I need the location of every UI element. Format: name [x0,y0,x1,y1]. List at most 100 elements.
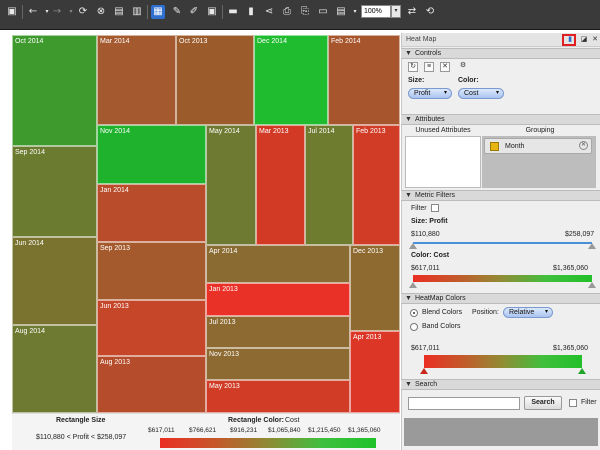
popout-icon[interactable]: ◪ [580,36,588,44]
search-button[interactable]: Search [524,396,562,410]
size-slider-track[interactable] [413,242,592,244]
color-dropdown[interactable]: Cost ▾ [458,88,504,99]
heatmap-tile[interactable]: Sep 2014 [12,146,97,237]
heatmap-tile[interactable]: Aug 2014 [12,325,97,413]
heatmap-view-icon[interactable]: ▦ [151,5,165,19]
zoom-input[interactable]: 100% [361,5,391,18]
filter-label: Filter [411,205,427,212]
legend-tick: $617,011 [148,427,175,434]
zoom-dropdown-icon[interactable]: ▾ [391,5,401,18]
settings-icon[interactable]: ⚙ [458,62,468,72]
attributes-section-header[interactable]: ▼ Attributes [401,114,600,125]
refresh-icon[interactable]: ↻ [408,62,418,72]
heatmap-tile[interactable]: Mar 2013 [256,125,305,245]
heatmap-tile[interactable]: Jul 2013 [206,316,350,348]
remove-icon[interactable]: ✕ [579,141,588,150]
size-slider-min-handle[interactable] [409,243,417,249]
unused-attributes-list[interactable] [405,136,481,188]
list-icon[interactable]: ≡ [424,62,434,72]
collapse-icon: ▼ [405,50,412,57]
section-title: Attributes [415,116,445,123]
save-as-icon[interactable]: ▥ [130,5,144,19]
swap-icon[interactable]: ⇄ [405,5,419,19]
share-icon[interactable]: ⋖ [262,5,276,19]
app-menu-icon[interactable]: ▣ [5,5,19,19]
heatmap-tile[interactable]: Nov 2014 [97,125,206,184]
heatmap-color-gradient [424,355,582,368]
heatmap-tile[interactable]: May 2014 [206,125,256,245]
search-filter-label: Filter [581,399,597,406]
controls-section-header[interactable]: ▼ Controls [401,48,600,59]
blend-colors-label: Blend Colors [422,309,463,316]
heatmap-colors-section-header[interactable]: ▼ HeatMap Colors [401,293,600,304]
heatmap-tile[interactable]: Mar 2014 [97,35,176,125]
filter-checkbox[interactable] [431,204,439,212]
section-title: Search [415,381,438,388]
page-setup-icon[interactable]: ⎘ [298,5,312,19]
size-max-value: $258,097 [565,231,595,238]
band-colors-radio[interactable] [410,323,418,331]
fit-icon[interactable]: ▭ [316,5,330,19]
size-value: Profit [414,90,431,97]
bar-chart-icon[interactable]: ▮ [566,36,574,44]
search-filter-checkbox[interactable] [569,399,577,407]
position-dropdown[interactable]: Relative ▾ [503,307,553,318]
size-slider-max-handle[interactable] [588,243,596,249]
heatmap-tile[interactable]: Nov 2013 [206,348,350,380]
chevron-down-icon: ▾ [544,309,548,315]
toolbar-separator [222,5,223,19]
color-slider-track[interactable] [413,275,592,282]
save-icon[interactable]: ▤ [112,5,126,19]
heatmap-tile[interactable]: Feb 2014 [328,35,400,125]
color-slider-max-handle[interactable] [588,282,596,288]
heatmap-tile[interactable]: Dec 2014 [254,35,328,125]
close-icon[interactable]: ✕ [591,36,599,44]
heatmap-tile[interactable]: Jan 2014 [97,184,206,242]
search-results-area [404,418,598,446]
size-min-value: $110,880 [411,231,440,238]
search-input[interactable] [408,397,520,410]
color-slider-min-handle[interactable] [409,282,417,288]
back-arrow-icon[interactable]: ← [26,5,40,19]
blend-colors-radio[interactable] [410,309,418,317]
pencil-edit-icon[interactable]: ✐ [187,5,201,19]
heatmap-tile[interactable]: Jan 2013 [206,283,350,316]
size-dropdown[interactable]: Profit ▾ [408,88,452,99]
view-dropdown-icon[interactable]: ▾ [348,5,362,19]
heatmap-tile[interactable]: Sep 2013 [97,242,206,300]
heatmap-tile[interactable]: May 2013 [206,380,350,413]
delete-icon[interactable]: ▣ [205,5,219,19]
heatmap-color-min-handle[interactable] [420,368,428,374]
cancel-icon[interactable]: ⊗ [94,5,108,19]
heatmap-tile[interactable]: Apr 2014 [206,245,350,283]
heatmap-tile[interactable]: Jun 2013 [97,300,206,356]
transform-icon[interactable]: ⟲ [423,5,437,19]
heatmap: Oct 2014 Mar 2014 Oct 2013 Dec 2014 Feb … [12,35,400,413]
heatmap-tile[interactable]: Jul 2014 [305,125,353,245]
heatmap-tile[interactable]: Dec 2013 [350,245,400,331]
heatmap-tile[interactable]: Apr 2013 [350,331,400,413]
refresh-icon[interactable]: ⟳ [76,5,90,19]
clear-icon[interactable]: ✕ [440,62,450,72]
search-section-header[interactable]: ▼ Search [401,379,600,390]
metric-filters-section-header[interactable]: ▼ Metric Filters [401,190,600,201]
position-value: Relative [509,309,535,316]
heatmap-tile[interactable]: Aug 2013 [97,356,206,413]
heatmap-tile[interactable]: Feb 2013 [353,125,400,245]
heatmap-tile[interactable]: Jun 2014 [12,237,97,325]
export-icon[interactable]: ▬ [226,5,240,19]
print-icon[interactable]: ⎙ [280,5,294,19]
view-options-icon[interactable]: ▤ [334,5,348,19]
heatmap-color-max-handle[interactable] [578,368,586,374]
unused-attributes-header: Unused Attributes [415,127,471,134]
bookmark-icon[interactable]: ▮ [244,5,258,19]
forward-arrow-icon[interactable]: → [50,5,64,19]
color-label: Color: [458,77,479,84]
color-value: Cost [464,90,479,97]
legend-tick: $1,365,060 [348,427,381,434]
month-attribute-chip[interactable]: Month ✕ [484,138,592,154]
section-title: Controls [415,50,442,57]
heatmap-tile[interactable]: Oct 2013 [176,35,254,125]
heatmap-tile[interactable]: Oct 2014 [12,35,97,146]
edit-icon[interactable]: ✎ [170,5,184,19]
